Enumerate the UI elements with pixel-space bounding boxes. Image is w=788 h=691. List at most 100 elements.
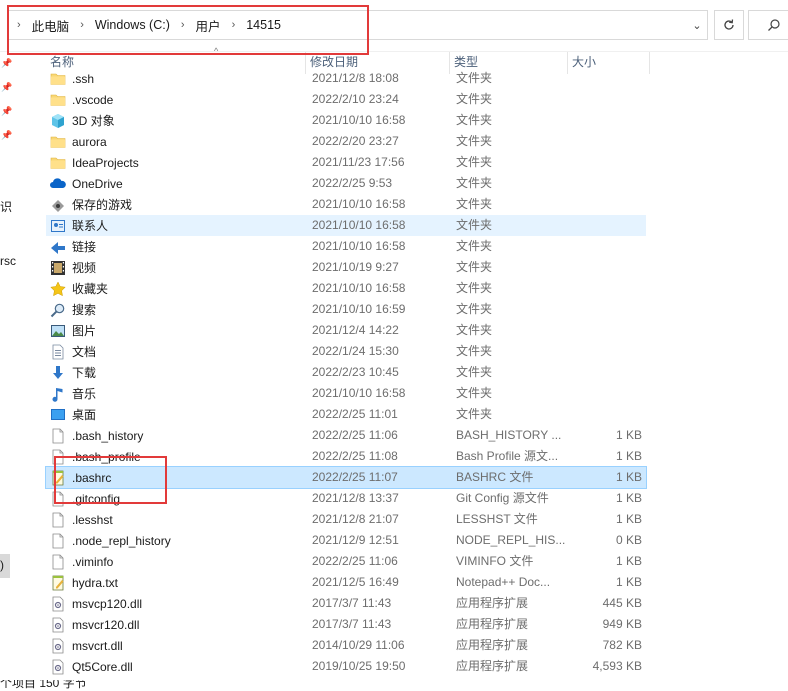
file-name: msvcrt.dll: [72, 638, 123, 653]
file-name: .node_repl_history: [72, 533, 171, 548]
file-name: .vscode: [72, 92, 114, 107]
search-input[interactable]: [748, 10, 788, 40]
file-row[interactable]: .bash_profile 2022/2/25 11:08 Bash Profile…: [46, 446, 646, 467]
refresh-button[interactable]: [714, 10, 744, 40]
file-size: [568, 152, 642, 173]
chevron-right-icon[interactable]: ›: [15, 19, 30, 31]
file-type: 文件夹: [456, 323, 493, 337]
file-size: [568, 362, 642, 383]
status-bar: 个项目 150 字节: [0, 680, 788, 691]
file-type: 文件夹: [456, 218, 493, 232]
file-type: 应用程序扩展: [456, 659, 529, 673]
contacts-icon: [50, 218, 66, 234]
file-row[interactable]: 音乐 2021/10/10 16:58 文件夹: [46, 383, 646, 404]
file-name-cell: 链接: [50, 236, 306, 257]
breadcrumb-users[interactable]: 用户: [194, 16, 223, 35]
file-size: 782 KB: [602, 638, 642, 652]
file-size: 0 KB: [615, 533, 642, 547]
chevron-right-icon[interactable]: ›: [223, 19, 245, 31]
file-row[interactable]: 链接 2021/10/10 16:58 文件夹: [46, 236, 646, 257]
file-type: 文件夹: [456, 302, 493, 316]
file-name: 文档: [72, 345, 97, 359]
file-name-cell: .ssh: [50, 68, 306, 89]
favorites-icon: [50, 280, 66, 297]
file-row[interactable]: 3D 对象 2021/10/10 16:58 文件夹: [46, 110, 646, 131]
file-row[interactable]: .bashrc 2022/2/25 11:07 BASHRC 文件 1 KB: [45, 466, 647, 489]
pin-icon[interactable]: 📌: [1, 130, 12, 141]
nav-item-fragment[interactable]: 识: [0, 198, 12, 215]
folder-icon: [50, 155, 66, 171]
file-row[interactable]: msvcp120.dll 2017/3/7 11:43 应用程序扩展 445 KB: [46, 593, 646, 614]
file-name-cell: .bashrc: [50, 467, 306, 488]
file-row[interactable]: Qt5Core.dll 2019/10/25 19:50 应用程序扩展 4,593 K…: [46, 656, 646, 677]
file-name-cell: 3D 对象: [50, 110, 306, 131]
breadcrumb-user-folder[interactable]: 14515: [244, 18, 283, 32]
file-date: 2022/2/25 11:06: [312, 428, 398, 442]
file-name-cell: Qt5Core.dll: [50, 656, 306, 677]
pin-icon[interactable]: 📌: [1, 106, 12, 117]
file-size: 949 KB: [602, 617, 642, 631]
file-row[interactable]: .gitconfig 2021/12/8 13:37 Git Config 源文件 1…: [46, 488, 646, 509]
file-type: BASH_HISTORY ...: [456, 428, 562, 442]
file-row[interactable]: hydra.txt 2021/12/5 16:49 Notepad++ Doc...…: [46, 572, 646, 593]
file-name: msvcp120.dll: [72, 596, 143, 611]
chevron-right-icon[interactable]: ›: [172, 19, 194, 31]
file-row[interactable]: OneDrive 2022/2/25 9:53 文件夹: [46, 173, 646, 194]
file-name: 联系人: [72, 219, 109, 233]
file-row[interactable]: msvcrt.dll 2014/10/29 11:06 应用程序扩展 782 KB: [46, 635, 646, 656]
address-bar[interactable]: › 此电脑 › Windows (C:) › 用户 › 14515: [8, 10, 708, 40]
file-row[interactable]: msvcr120.dll 2017/3/7 11:43 应用程序扩展 949 KB: [46, 614, 646, 635]
file-row[interactable]: 下载 2022/2/23 10:45 文件夹: [46, 362, 646, 383]
file-size: 1 KB: [615, 575, 642, 589]
file-size: 1 KB: [615, 554, 642, 568]
downloads-icon: [50, 365, 66, 381]
file-row[interactable]: .ssh 2021/12/8 18:08 文件夹: [46, 68, 646, 89]
file-row[interactable]: 视频 2021/10/19 9:27 文件夹: [46, 257, 646, 278]
file-date: 2014/10/29 11:06: [312, 638, 405, 652]
breadcrumb-this-pc[interactable]: 此电脑: [30, 16, 72, 35]
file-type: 应用程序扩展: [456, 596, 529, 610]
file-name: 搜索: [72, 303, 97, 317]
file-row[interactable]: 收藏夹 2021/10/10 16:58 文件夹: [46, 278, 646, 299]
file-name: msvcr120.dll: [72, 617, 140, 632]
file-date: 2021/10/10 16:59: [312, 302, 406, 316]
file-row[interactable]: 桌面 2022/2/25 11:01 文件夹: [46, 404, 646, 425]
search-icon: [768, 19, 780, 31]
file-type: 文件夹: [456, 239, 493, 253]
file-row[interactable]: aurora 2022/2/20 23:27 文件夹: [46, 131, 646, 152]
file-name: 视频: [72, 261, 97, 275]
file-name-cell: 音乐: [50, 383, 306, 404]
file-name: 收藏夹: [72, 282, 109, 296]
file-size: [568, 341, 642, 362]
file-type: 文件夹: [456, 365, 493, 379]
file-row[interactable]: .bash_history 2022/2/25 11:06 BASH_HISTORY…: [46, 425, 646, 446]
pin-icon[interactable]: 📌: [1, 82, 12, 93]
chevron-right-icon[interactable]: ›: [71, 19, 93, 31]
file-date: 2021/12/8 21:07: [312, 512, 399, 526]
file-row[interactable]: .viminfo 2022/2/25 11:06 VIMINFO 文件 1 KB: [46, 551, 646, 572]
file-type: Notepad++ Doc...: [456, 575, 551, 589]
file-name: OneDrive: [72, 176, 123, 191]
nav-item-fragment[interactable]: rsc: [0, 254, 16, 268]
file-date: 2021/12/8 18:08: [312, 71, 399, 85]
file-row[interactable]: 保存的游戏 2021/10/10 16:58 文件夹: [46, 194, 646, 215]
dll-icon: [50, 638, 66, 654]
file-row[interactable]: 搜索 2021/10/10 16:59 文件夹: [46, 299, 646, 320]
pin-icon[interactable]: 📌: [1, 58, 12, 69]
nav-item-fragment[interactable]: ): [0, 558, 4, 572]
file-row[interactable]: 图片 2021/12/4 14:22 文件夹: [46, 320, 646, 341]
file-row[interactable]: IdeaProjects 2021/11/23 17:56 文件夹: [46, 152, 646, 173]
file-row[interactable]: 联系人 2021/10/10 16:58 文件夹: [46, 215, 646, 236]
file-row[interactable]: 文档 2022/1/24 15:30 文件夹: [46, 341, 646, 362]
file-size: [568, 68, 642, 89]
file-row[interactable]: .node_repl_history 2021/12/9 12:51 NODE_RE…: [46, 530, 646, 551]
file-icon: [50, 512, 66, 528]
file-size: [568, 215, 642, 236]
breadcrumb-drive-c[interactable]: Windows (C:): [93, 18, 172, 32]
file-date: 2021/10/10 16:58: [312, 239, 406, 253]
file-size: 1 KB: [615, 470, 642, 484]
address-history-dropdown[interactable]: ⌄: [686, 12, 708, 38]
file-row[interactable]: .lesshst 2021/12/8 21:07 LESSHST 文件 1 KB: [46, 509, 646, 530]
file-row[interactable]: .vscode 2022/2/10 23:24 文件夹: [46, 89, 646, 110]
file-date: 2021/12/5 16:49: [312, 575, 399, 589]
